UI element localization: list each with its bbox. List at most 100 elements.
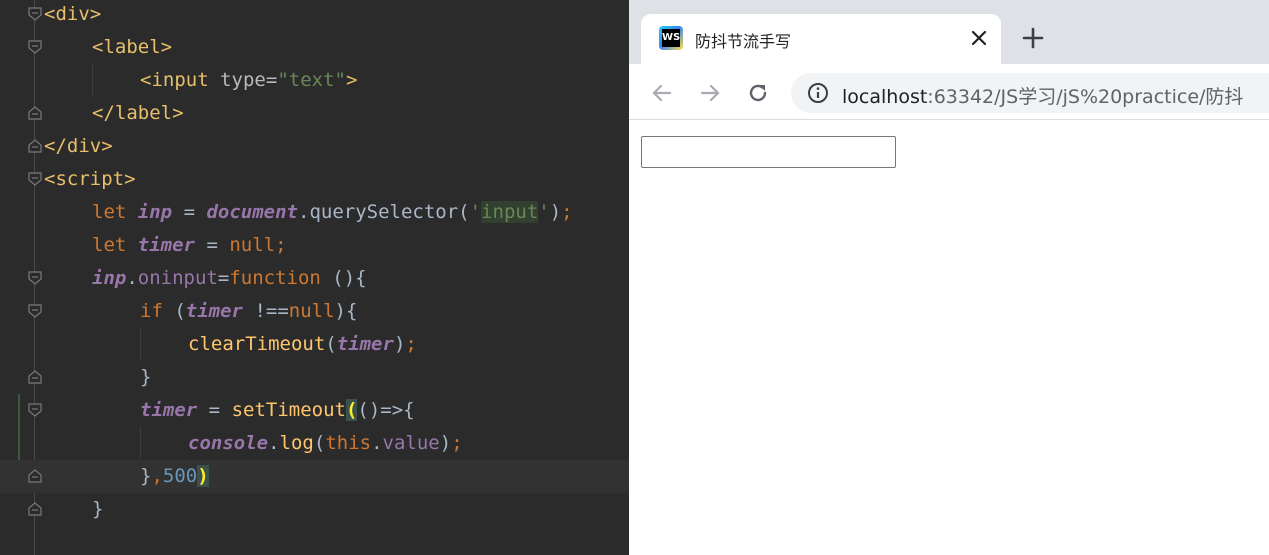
code-token: timer [185,300,243,322]
code-token: . [268,432,280,454]
browser-tab[interactable]: WS 防抖节流手写 [641,14,1001,66]
url-text: localhost:63342/JS学习/jS%20practice/防抖 [842,82,1243,109]
code-line-14: console.log(this.value); [188,427,463,460]
code-line-13: timer = setTimeout(()=>{ [140,394,415,427]
url-path: :63342/JS学习/jS%20practice/防抖 [927,86,1244,108]
code-token: ( [325,333,337,355]
current-line-highlight [0,460,629,493]
code-token: input [481,201,539,223]
code-token: > [160,36,173,58]
page-content [629,121,1269,555]
code-token: = [265,69,278,91]
fold-open-icon[interactable] [27,171,43,187]
code-token: inp [137,201,173,223]
close-icon[interactable] [967,26,991,50]
code-line-5: </div> [44,130,113,163]
fold-close-icon[interactable] [27,369,43,385]
code-token: let [92,201,127,223]
code-token: > [101,135,113,157]
fold-open-icon[interactable] [27,303,43,319]
code-token: > [172,102,184,124]
code-token: < [92,36,104,58]
code-token: input [151,69,209,91]
code-token: timer [140,399,198,421]
code-token: function [229,267,321,289]
code-token: } [92,498,104,520]
indent-guide [140,426,141,459]
code-line-7: let inp = document.querySelector('input'… [92,196,573,229]
code-token: 500 [162,465,198,487]
code-token: . [371,432,383,454]
code-token: script [55,168,125,190]
plus-icon[interactable] [1021,26,1045,50]
reload-icon[interactable] [745,80,771,106]
code-line-9: inp.oninput=function (){ [92,262,367,295]
code-editor[interactable]: <div> <label> <input type="text"> </labe… [0,0,629,555]
fold-open-icon[interactable] [27,402,43,418]
code-token: ){ [334,300,358,322]
code-token: > [345,69,358,91]
code-token: ( [345,399,358,421]
code-token: document [206,201,298,223]
code-line-11: clearTimeout(timer); [188,328,417,361]
code-token: log [279,432,314,454]
code-token: < [44,168,56,190]
code-line-8: let timer = null; [92,229,287,262]
code-token: . [126,267,138,289]
fold-open-icon[interactable] [27,270,43,286]
arrow-right-icon[interactable] [697,80,723,106]
fold-close-icon[interactable] [27,138,43,154]
code-token: this [325,432,372,454]
code-token: type [220,69,266,91]
fold-open-icon[interactable] [27,39,43,55]
code-token: oninput [137,267,218,289]
code-token: if [140,300,163,322]
code-token: } [140,366,152,388]
code-token: ) [393,333,406,355]
fold-close-icon[interactable] [27,501,43,517]
code-token: "text" [277,69,346,91]
indent-guide [92,63,93,96]
code-line-15: },500) [140,460,209,493]
code-line-2: <label> [92,31,172,64]
fold-open-icon[interactable] [27,6,43,22]
code-token: = [208,399,221,421]
browser-toolbar: localhost:63342/JS学习/jS%20practice/防抖 [629,64,1269,120]
code-token: = [206,234,218,256]
code-token: > [89,3,102,25]
code-token: </ [44,135,67,157]
code-token: < [140,69,152,91]
arrow-left-icon[interactable] [649,80,675,106]
text-input[interactable] [641,136,896,168]
code-token: ; [405,333,417,355]
code-token: ( [458,201,470,223]
code-token: . [297,201,310,223]
code-token: null [288,300,335,322]
code-token: ) [197,465,209,487]
code-token: ()=>{ [357,399,415,421]
code-token: let [92,234,127,256]
browser-window: WS 防抖节流手写 localhost:63342/JS学习/jS%20prac… [629,0,1269,555]
code-token: inp [92,267,127,289]
info-icon[interactable] [807,82,829,104]
url-host: localhost [842,86,928,108]
code-token: ) [549,201,562,223]
fold-close-icon[interactable] [27,105,43,121]
indent-guide [140,327,141,360]
fold-close-icon[interactable] [27,468,43,484]
code-token: , [151,465,163,487]
code-token: div [55,3,90,25]
code-token: ' [538,201,550,223]
code-token: ; [451,432,463,454]
webstorm-favicon-icon: WS [659,26,683,50]
code-line-1: <div> [44,0,101,31]
code-token: clearTimeout [188,333,326,355]
code-token: ; [561,201,573,223]
tab-title: 防抖节流手写 [695,32,792,51]
code-token: ; [275,234,287,256]
address-bar[interactable]: localhost:63342/JS学习/jS%20practice/防抖 [791,73,1269,113]
code-token: ( [174,300,186,322]
code-line-10: if (timer !==null){ [140,295,357,328]
tab-strip: WS 防抖节流手写 [629,0,1269,66]
code-token: = [217,267,230,289]
